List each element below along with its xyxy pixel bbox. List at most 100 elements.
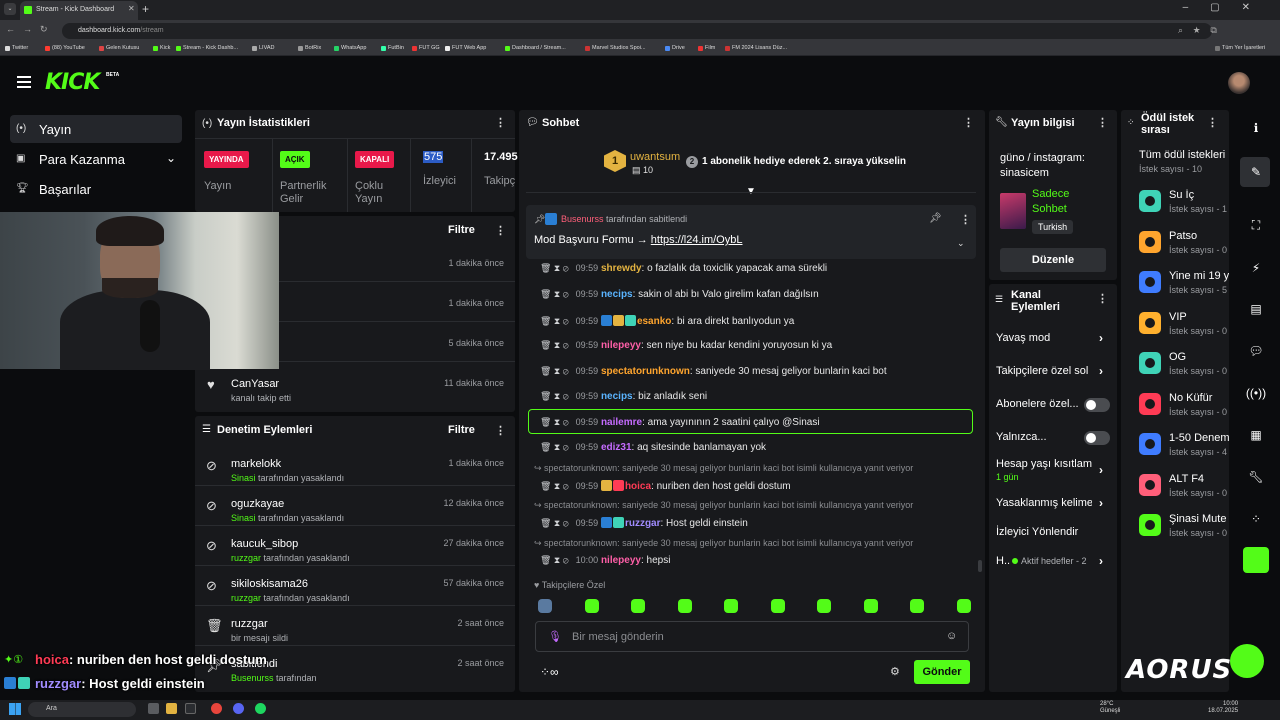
top-gifter-name[interactable]: uwantsum [630, 151, 680, 163]
message-action-icons[interactable]: 🗑︎ ⧗ ⊘ [540, 442, 569, 452]
kebab-icon[interactable]: ⋮ [1207, 116, 1218, 129]
bookmark[interactable]: Drive [665, 45, 685, 51]
unpin-icon[interactable]: 📌︎ [929, 213, 942, 224]
bookmark[interactable]: BotRix [298, 45, 321, 51]
weather-widget[interactable]: 28°C Güneşli [1100, 701, 1120, 715]
moderator-name[interactable]: ruzzgar [231, 553, 261, 563]
message-action-icons[interactable]: 🗑︎ ⧗ ⊘ [540, 316, 569, 326]
chat-username[interactable]: esanko [637, 316, 671, 327]
user-avatar[interactable] [1228, 72, 1250, 94]
followers-only-mode[interactable]: Takipçilere özel sol [996, 365, 1092, 377]
bookmark[interactable]: Stream - Kick Dashb... [176, 45, 238, 51]
task-view-icon[interactable] [148, 703, 159, 714]
new-tab-icon[interactable]: + [142, 2, 149, 16]
reward-name[interactable]: No Küfür [1169, 392, 1229, 404]
message-action-icons[interactable]: 🗑︎ ⧗ ⊘ [540, 263, 569, 273]
message-action-icons[interactable]: 🗑︎ ⧗ ⊘ [540, 391, 569, 401]
kebab-icon[interactable]: ⋮ [963, 116, 974, 129]
kebab-icon[interactable]: ⋮ [495, 224, 506, 237]
chevron-right-icon[interactable]: › [1099, 364, 1103, 378]
viewer-redirect[interactable]: İzleyici Yönlendir [996, 526, 1078, 538]
nodes-icon[interactable]: ⁘ [1244, 507, 1268, 531]
infinity-icon[interactable]: ⁘∞ [540, 665, 559, 679]
chat-bubble-icon[interactable]: 💬︎ [1244, 339, 1268, 363]
windows-start-icon[interactable] [9, 703, 21, 715]
reward-name[interactable]: Patso [1169, 230, 1229, 242]
message-action-icons[interactable]: 🗑︎ ⧗ ⊘ [540, 417, 569, 427]
chat-username[interactable]: shrewdy [601, 263, 642, 274]
moderated-user[interactable]: markelokk [231, 458, 281, 470]
close-tab-icon[interactable]: ✕ [128, 4, 135, 13]
settings-gear-icon[interactable]: ⚙ [890, 665, 900, 678]
kebab-icon[interactable]: ⋮ [495, 424, 506, 437]
message-action-icons[interactable]: 🗑︎ ⧗ ⊘ [540, 481, 569, 491]
active-goals[interactable]: Aktif hedefler - 2 [1021, 556, 1087, 566]
reward-name[interactable]: Şinasi Mute [1169, 513, 1229, 525]
message-action-icons[interactable]: 🗑︎ ⧗ ⊘ [540, 289, 569, 299]
bookmark[interactable]: FM 2024 Lisans Düz... [725, 45, 787, 51]
kebab-icon[interactable]: ⋮ [1097, 292, 1108, 305]
banned-words[interactable]: Yasaklanmış kelime [996, 497, 1092, 509]
bookmark[interactable]: Twitter [5, 45, 28, 51]
all-rewards[interactable]: Tüm ödül istekleri [1139, 149, 1229, 161]
taskbar-search[interactable]: Ara [28, 702, 136, 717]
moderator-name[interactable]: Busenurss [231, 673, 274, 683]
window-controls[interactable]: –▢✕ [1183, 2, 1272, 13]
moderator-name[interactable]: Sinasi [231, 513, 256, 523]
mic-icon[interactable]: 🎙︎ [548, 630, 562, 643]
pencil-icon[interactable]: ✎ [1244, 160, 1268, 184]
edit-button[interactable]: Düzenle [1000, 248, 1106, 272]
bookmark[interactable]: Marvel Studios Spoi... [585, 45, 646, 51]
emote-icon[interactable] [631, 599, 645, 613]
slow-mode[interactable]: Yavaş mod [996, 332, 1050, 344]
clip-icon[interactable] [1243, 547, 1269, 573]
app-icon[interactable] [185, 703, 196, 714]
bookmark[interactable]: Dashboard / Stream... [505, 45, 566, 51]
bookmark[interactable]: Gelen Kutusu [99, 45, 139, 51]
reward-name[interactable]: ALT F4 [1169, 473, 1229, 485]
nav-item-achievements[interactable]: 🏆︎ Başarılar [10, 175, 182, 203]
emote-icon[interactable] [817, 599, 831, 613]
chevron-right-icon[interactable]: › [1099, 463, 1103, 477]
broadcast-icon[interactable]: ((•)) [1244, 381, 1268, 405]
kebab-icon[interactable]: ⋮ [495, 116, 506, 129]
discord-icon[interactable] [233, 703, 244, 714]
message-action-icons[interactable]: 🗑︎ ⧗ ⊘ [540, 340, 569, 350]
category-link[interactable]: Sadece Sohbet [1032, 187, 1102, 217]
emote-icon[interactable] [956, 599, 971, 613]
filter-button[interactable]: Filtre [448, 424, 475, 436]
document-icon[interactable]: ▤ [1244, 297, 1268, 321]
extension-icons[interactable]: ⌕★⧉ [1178, 25, 1227, 36]
kick-logo[interactable]: KICK [45, 70, 100, 95]
moderated-user[interactable]: oguzkayae [231, 498, 284, 510]
chevron-right-icon[interactable]: › [1099, 496, 1103, 510]
chat-username[interactable]: hoica [625, 481, 651, 492]
browser-tab[interactable]: Stream - Kick Dashboard ✕ [20, 1, 138, 20]
chat-username[interactable]: ediz31 [601, 442, 632, 453]
kebab-icon[interactable]: ⋮ [960, 213, 971, 226]
subscribers-only-toggle[interactable] [1084, 398, 1110, 412]
bookmark[interactable]: Kick [153, 45, 170, 51]
account-age-restriction[interactable]: Hesap yaşı kısıtlam [996, 458, 1092, 470]
moderator-name[interactable]: Sinasi [231, 473, 256, 483]
kebab-icon[interactable]: ⋮ [1097, 116, 1108, 129]
tab-search-icon[interactable]: ⌄ [4, 3, 16, 15]
chat-username[interactable]: ruzzgar [625, 518, 661, 529]
chrome-icon[interactable] [211, 703, 222, 714]
file-explorer-icon[interactable] [166, 703, 177, 714]
pinned-link[interactable]: https://l24.im/OybL [651, 234, 743, 246]
moderated-user[interactable]: sikiloskisama26 [231, 578, 308, 590]
bookmark[interactable]: WhatsApp [334, 45, 366, 51]
dashboard-icon[interactable]: ▦ [1244, 423, 1268, 447]
info-icon[interactable]: ℹ [1244, 116, 1268, 140]
reward-name[interactable]: VIP [1169, 311, 1229, 323]
reward-name[interactable]: Yine mi 19 y [1169, 270, 1229, 282]
message-action-icons[interactable]: 🗑︎ ⧗ ⊘ [540, 366, 569, 376]
all-bookmarks[interactable]: Tüm Yer İşaretleri [1215, 45, 1265, 51]
reward-name[interactable]: OG [1169, 351, 1229, 363]
chevron-right-icon[interactable]: › [1099, 554, 1103, 568]
bookmark[interactable]: FUT Web App [445, 45, 486, 51]
reward-name[interactable]: Su İç [1169, 189, 1229, 201]
emote-icon[interactable] [770, 599, 785, 613]
reward-name[interactable]: 1-50 Denem [1169, 432, 1229, 444]
